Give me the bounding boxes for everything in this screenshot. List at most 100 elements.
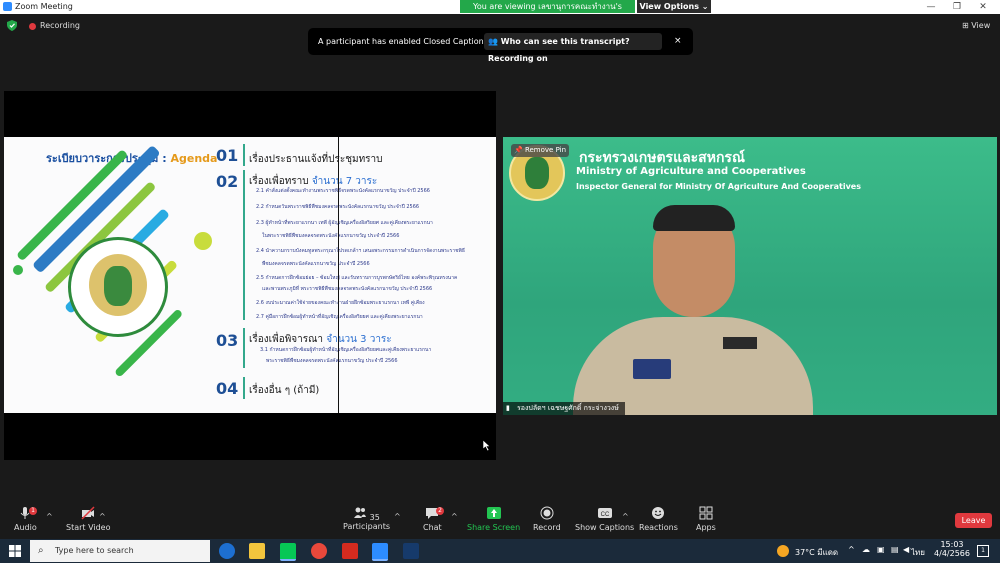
weather-sun-icon bbox=[777, 545, 789, 557]
ministry-name-english: Ministry of Agriculture and Cooperatives bbox=[576, 166, 806, 177]
grid-view-icon: ⊞ bbox=[962, 21, 969, 30]
input-language[interactable]: ไทย bbox=[911, 546, 925, 559]
mouse-cursor-icon bbox=[483, 440, 491, 451]
annotation-line bbox=[338, 137, 339, 413]
participants-chevron-icon[interactable]: ^ bbox=[394, 512, 401, 521]
pdf-reader-icon[interactable] bbox=[342, 543, 358, 559]
share-screen-button[interactable]: Share Screen bbox=[467, 506, 520, 532]
recording-icon bbox=[29, 23, 36, 30]
clock-time: 15:03 bbox=[940, 540, 964, 549]
viewing-banner: You are viewing เลขานุการคณะทำงาน's scre… bbox=[460, 0, 635, 24]
remove-pin-button[interactable]: 📌 Remove Pin bbox=[511, 144, 569, 157]
participant-video[interactable]: 📌 Remove Pin กระทรวงเกษตรและสหกรณ์ Minis… bbox=[503, 137, 997, 415]
agenda-number: 01 bbox=[216, 146, 239, 165]
windows-start-icon[interactable] bbox=[9, 545, 21, 557]
view-button[interactable]: ⊞ View bbox=[962, 21, 990, 30]
chat-badge: 2 bbox=[436, 507, 444, 515]
agenda-subitem: พระราชพิธีพืชมงคลจรดพระนังคัลแรกนาขวัญ ป… bbox=[266, 358, 398, 364]
agenda-divider bbox=[243, 144, 245, 166]
display-icon[interactable]: ▣ bbox=[877, 545, 885, 554]
volume-icon[interactable]: ◀ bbox=[903, 545, 909, 554]
svg-text:CC: CC bbox=[600, 512, 609, 518]
audio-options-chevron-icon[interactable]: ^ bbox=[46, 512, 53, 521]
share-screen-icon bbox=[486, 507, 501, 519]
captions-icon: CC bbox=[597, 508, 612, 518]
chrome-icon[interactable] bbox=[311, 543, 327, 559]
minimize-icon[interactable]: — bbox=[920, 1, 942, 13]
person-hair bbox=[653, 205, 735, 231]
word-app-icon[interactable] bbox=[403, 543, 419, 559]
restore-icon[interactable]: ❐ bbox=[946, 1, 968, 13]
agenda-heading-01: เรื่องประธานแจ้งที่ประชุมทราบ bbox=[249, 154, 383, 165]
agenda-divider bbox=[243, 377, 245, 399]
security-shield-icon[interactable] bbox=[7, 20, 17, 31]
video-options-chevron-icon[interactable]: ^ bbox=[99, 512, 106, 521]
view-options-button[interactable]: View Options ⌄ bbox=[637, 0, 711, 13]
network-icon[interactable]: ▤ bbox=[891, 545, 899, 554]
video-off-icon bbox=[81, 506, 95, 520]
uniform-badge bbox=[723, 337, 757, 349]
closed-caption-notice: A participant has enabled Closed Caption… bbox=[308, 28, 693, 63]
agenda-heading-03: เรื่องเพื่อพิจารณา จำนวน 3 วาระ bbox=[249, 334, 392, 345]
participants-button[interactable]: 35 Participants bbox=[343, 506, 390, 531]
weather-label[interactable]: 37°C มีแดด bbox=[795, 546, 838, 559]
close-icon[interactable]: × bbox=[674, 36, 682, 46]
clock[interactable]: 15:03 4/4/2566 bbox=[933, 540, 971, 558]
uniform-nameplate bbox=[633, 359, 671, 379]
file-explorer-icon[interactable] bbox=[249, 543, 265, 559]
zoom-app-icon bbox=[3, 2, 12, 11]
zoom-taskbar-icon[interactable] bbox=[372, 543, 388, 561]
line-app-icon[interactable] bbox=[280, 543, 296, 561]
signal-strength-icon: ▮ bbox=[506, 404, 510, 412]
participants-icon bbox=[354, 507, 367, 518]
smiley-icon bbox=[652, 507, 665, 519]
agenda-number: 04 bbox=[216, 379, 239, 398]
agenda-subitem: ในพระราชพิธีพืชมงคลจรดพระนังคัลแรกนาขวัญ… bbox=[262, 233, 400, 239]
captions-chevron-icon[interactable]: ^ bbox=[622, 512, 629, 521]
agenda-number: 02 bbox=[216, 172, 239, 191]
agenda-subitem: 3.1 กำหนดการฝึกซ้อมผู้ทำหน้าที่อัญเชิญเค… bbox=[260, 347, 432, 353]
apps-icon bbox=[699, 506, 713, 520]
record-icon bbox=[540, 506, 554, 520]
chat-chevron-icon[interactable]: ^ bbox=[451, 512, 458, 521]
edge-icon[interactable] bbox=[219, 543, 235, 559]
audio-badge: 1 bbox=[29, 507, 37, 515]
close-window-icon[interactable]: ✕ bbox=[972, 1, 994, 13]
search-icon: ⌕ bbox=[38, 545, 44, 556]
apps-button[interactable]: Apps bbox=[696, 506, 716, 532]
pin-icon: 📌 bbox=[514, 146, 523, 154]
agenda-heading-04: เรื่องอื่น ๆ (ถ้ามี) bbox=[249, 385, 320, 396]
agenda-subitem: และพานพระภูมิที่ พระราชพิธีพืชมงคลจรดพระ… bbox=[262, 286, 433, 292]
window-title: Zoom Meeting bbox=[15, 2, 73, 11]
cc-notice-text: A participant has enabled Closed Caption… bbox=[318, 37, 497, 46]
person-body bbox=[573, 317, 813, 415]
agenda-subitem: 2.1 คำสั่งแต่งตั้งคณะทำงานพระราชพิธีจรดพ… bbox=[256, 188, 430, 194]
window-titlebar: Zoom Meeting You are viewing เลขานุการคณ… bbox=[0, 0, 1000, 24]
people-icon: 👥 bbox=[488, 37, 498, 46]
clock-date: 4/4/2566 bbox=[934, 549, 970, 558]
decor-dot bbox=[194, 232, 212, 250]
agenda-subitem: 2.4 นำความกราบบังคมทูลพระกรุณาโปรดเกล้าฯ… bbox=[256, 248, 465, 254]
notification-icon[interactable]: 1 bbox=[977, 545, 989, 557]
ministry-seal-icon bbox=[68, 237, 168, 337]
recording-label[interactable]: Recording bbox=[40, 21, 80, 30]
agenda-subitem: 2.5 กำหนดการฝึกซ้อมย่อย – ซ้อมใหญ่ และรั… bbox=[256, 275, 458, 281]
participant-name-tag: ▮ รองปลัดฯ เฉชษฐศักดิ์ กระจ่างวงษ์ bbox=[503, 402, 625, 415]
agenda-divider bbox=[243, 170, 245, 320]
agenda-subitem: 2.7 คู่มือการฝึกซ้อมผู้ทำหน้าที่อัญเชิญเ… bbox=[256, 314, 423, 320]
inspector-general-label: Inspector General for Ministry Of Agricu… bbox=[576, 182, 861, 191]
agenda-heading-02: เรื่องเพื่อทราบ จำนวน 7 วาระ bbox=[249, 176, 378, 187]
leave-button[interactable]: Leave bbox=[955, 513, 992, 528]
participants-count: 35 bbox=[369, 513, 380, 522]
agenda-subitem: 2.3 ผู้ทำหน้าที่พระยาแรกนา เทพี ผู้อัญเช… bbox=[256, 220, 433, 226]
cloud-icon[interactable]: ☁ bbox=[862, 545, 870, 554]
agenda-subitem: พืชมงคลจรดพระนังคัลแรกนาขวัญ ประจำปี 256… bbox=[262, 261, 370, 267]
reactions-button[interactable]: Reactions bbox=[639, 506, 678, 532]
transcript-info-link[interactable]: 👥 Who can see this transcript? Recording… bbox=[484, 33, 662, 63]
taskbar-search[interactable]: ⌕ Type here to search bbox=[30, 540, 210, 562]
agenda-slide: ระเบียบวาระการประชุม : Agenda 01 02 03 0… bbox=[4, 137, 496, 413]
record-button[interactable]: Record bbox=[533, 506, 561, 532]
agenda-number: 03 bbox=[216, 331, 239, 350]
decor-dot bbox=[13, 265, 23, 275]
tray-overflow-chevron-icon[interactable]: ^ bbox=[848, 545, 855, 554]
